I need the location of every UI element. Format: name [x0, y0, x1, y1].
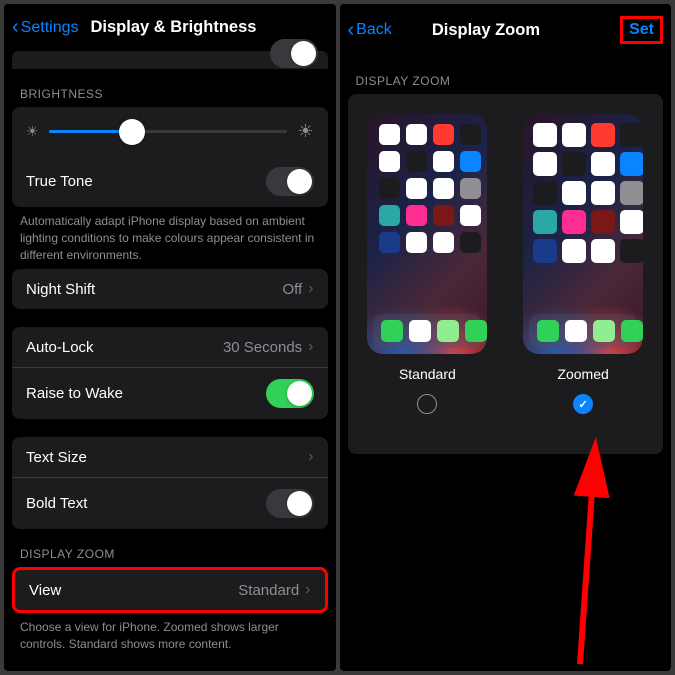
- chevron-right-icon: ›: [305, 581, 310, 599]
- view-row[interactable]: View Standard ›: [15, 570, 325, 610]
- chevron-right-icon: ›: [308, 338, 313, 356]
- slider-thumb[interactable]: [119, 119, 145, 145]
- set-button[interactable]: Set: [620, 16, 663, 44]
- bold-text-row: Bold Text: [12, 478, 328, 529]
- night-shift-row[interactable]: Night Shift Off ›: [12, 269, 328, 309]
- back-label: Settings: [21, 19, 79, 37]
- display-zoom-header: DISPLAY ZOOM: [340, 56, 672, 94]
- true-tone-row: True Tone: [12, 156, 328, 207]
- settings-display-brightness-screen: ‹ Settings Display & Brightness BRIGHTNE…: [4, 4, 336, 671]
- auto-lock-value: 30 Seconds: [223, 339, 302, 356]
- nav-bar: ‹ Back Display Zoom Set: [340, 4, 672, 56]
- page-title: Display Zoom: [352, 21, 620, 40]
- sun-small-icon: ☀: [26, 123, 39, 140]
- standard-radio[interactable]: [417, 394, 437, 414]
- auto-lock-row[interactable]: Auto-Lock 30 Seconds ›: [12, 327, 328, 368]
- zoomed-label: Zoomed: [557, 366, 608, 382]
- true-tone-toggle[interactable]: [266, 167, 314, 196]
- bold-text-label: Bold Text: [26, 495, 87, 512]
- chevron-left-icon: ‹: [12, 16, 19, 39]
- true-tone-label: True Tone: [26, 173, 93, 190]
- standard-preview: [367, 114, 487, 354]
- view-value: Standard: [238, 582, 299, 599]
- display-zoom-screen: ‹ Back Display Zoom Set DISPLAY ZOOM: [340, 4, 672, 671]
- display-zoom-header: DISPLAY ZOOM: [4, 529, 336, 567]
- page-title: Display & Brightness: [90, 18, 256, 37]
- raise-to-wake-toggle[interactable]: [266, 379, 314, 408]
- view-row-highlighted: View Standard ›: [12, 567, 328, 613]
- auto-lock-label: Auto-Lock: [26, 339, 94, 356]
- night-shift-value: Off: [282, 281, 302, 298]
- true-tone-footer: Automatically adapt iPhone display based…: [4, 207, 336, 269]
- brightness-header: BRIGHTNESS: [4, 69, 336, 107]
- text-size-row[interactable]: Text Size ›: [12, 437, 328, 478]
- view-label: View: [29, 582, 61, 599]
- brightness-slider-row: ☀ ☀: [12, 107, 328, 156]
- back-to-settings-button[interactable]: ‹ Settings: [12, 16, 78, 39]
- text-size-label: Text Size: [26, 449, 87, 466]
- chevron-right-icon: ›: [308, 280, 313, 298]
- zoom-options-panel: Standard Zoo: [348, 94, 664, 454]
- display-zoom-footer: Choose a view for iPhone. Zoomed shows l…: [4, 613, 336, 659]
- toggle-switch[interactable]: [270, 39, 318, 68]
- night-shift-label: Night Shift: [26, 281, 95, 298]
- brightness-slider[interactable]: [49, 130, 288, 133]
- zoomed-preview: [523, 114, 643, 354]
- standard-label: Standard: [399, 366, 456, 382]
- bold-text-toggle[interactable]: [266, 489, 314, 518]
- raise-to-wake-row: Raise to Wake: [12, 368, 328, 419]
- standard-option[interactable]: Standard: [367, 114, 487, 414]
- sun-large-icon: ☀: [297, 121, 313, 142]
- zoomed-radio[interactable]: [573, 394, 593, 414]
- annotation-arrow: [450, 434, 650, 671]
- partial-row: [12, 51, 328, 69]
- raise-to-wake-label: Raise to Wake: [26, 385, 123, 402]
- chevron-right-icon: ›: [308, 448, 313, 466]
- zoomed-option[interactable]: Zoomed: [523, 114, 643, 414]
